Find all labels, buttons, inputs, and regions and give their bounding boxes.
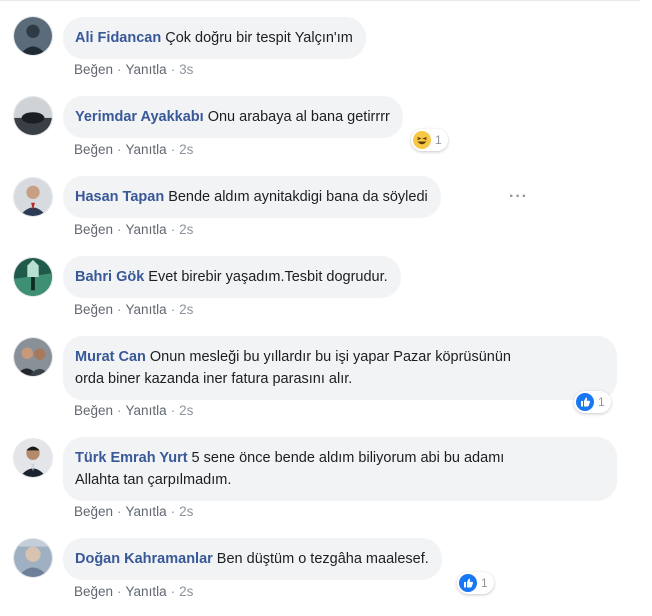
comment-bubble: Bahri Gök Evet birebir yaşadım.Tesbit dog… <box>63 256 401 298</box>
avatar[interactable] <box>13 438 53 478</box>
reaction-count: 1 <box>598 395 605 409</box>
comment-bubble: Murat Can Onun mesleği bu yıllardır bu iş… <box>63 336 617 400</box>
comment-text: Evet birebir yaşadım.Tesbit dogrudur. <box>148 269 388 285</box>
profile-photo <box>14 178 52 216</box>
comment-timestamp[interactable]: 2s <box>179 302 193 317</box>
separator: · <box>170 403 176 418</box>
reaction-count: 1 <box>481 576 488 590</box>
comment-text: Ben düştüm o tezgâha maalesef. <box>216 551 429 567</box>
reaction-badge[interactable]: 1 <box>411 129 448 151</box>
more-options-icon[interactable]: ··· <box>509 188 528 206</box>
comment-timestamp[interactable]: 3s <box>179 62 193 77</box>
separator: · <box>170 222 176 237</box>
comment-text: Bende aldım aynitakdigi bana da söyledi <box>168 189 428 205</box>
separator: · <box>170 62 176 77</box>
comment-timestamp[interactable]: 2s <box>179 403 193 418</box>
reply-button[interactable]: Yanıtla <box>126 62 167 77</box>
comment-author[interactable]: Ali Fidancan <box>75 30 161 46</box>
comment-bubble: Hasan Tapan Bende aldım aynitakdigi bana … <box>63 176 441 218</box>
like-button[interactable]: Beğen <box>74 142 113 157</box>
reaction-count: 1 <box>435 133 442 147</box>
comment-text-line-1: 5 sene önce bende aldım biliyorum abi bu… <box>191 450 505 466</box>
like-button[interactable]: Beğen <box>74 403 113 418</box>
like-reaction-icon <box>459 574 477 592</box>
reply-button[interactable]: Yanıtla <box>126 584 167 599</box>
avatar[interactable] <box>13 257 53 297</box>
comment-text-line-2: orda biner kazanda iner fatura parasını … <box>75 371 353 387</box>
comment-timestamp[interactable]: 2s <box>179 584 193 599</box>
profile-photo <box>14 97 52 135</box>
separator: · <box>170 504 176 519</box>
like-reaction-icon <box>576 393 594 411</box>
separator: · <box>170 302 176 317</box>
separator: · <box>117 504 122 519</box>
separator: · <box>117 403 122 418</box>
profile-photo <box>14 439 52 477</box>
comment-author[interactable]: Türk Emrah Yurt <box>75 450 188 466</box>
comment-actions: Beğen · Yanıtla · 2s <box>74 222 193 237</box>
avatar[interactable] <box>13 337 53 377</box>
separator: · <box>117 142 122 157</box>
separator: · <box>117 584 122 599</box>
profile-photo <box>14 338 52 376</box>
comment-bubble: Ali Fidancan Çok doğru bir tespit Yalçın'… <box>63 17 366 59</box>
haha-reaction-icon <box>413 131 431 149</box>
like-button[interactable]: Beğen <box>74 222 113 237</box>
comment-bubble: Türk Emrah Yurt 5 sene önce bende aldım b… <box>63 437 617 501</box>
profile-photo <box>14 17 52 55</box>
separator: · <box>117 62 122 77</box>
reaction-badge[interactable]: 1 <box>574 391 611 413</box>
reaction-badge[interactable]: 1 <box>457 572 494 594</box>
comment-actions: Beğen · Yanıtla · 3s <box>74 62 193 77</box>
comment-timestamp[interactable]: 2s <box>179 504 193 519</box>
comment-author[interactable]: Yerimdar Ayakkabı <box>75 109 204 125</box>
avatar[interactable] <box>13 16 53 56</box>
separator: · <box>117 302 122 317</box>
comment-timestamp[interactable]: 2s <box>179 142 193 157</box>
comment-bubble: Yerimdar Ayakkabı Onu arabaya al bana get… <box>63 96 403 138</box>
comment-timestamp[interactable]: 2s <box>179 222 193 237</box>
comment-actions: Beğen · Yanıtla · 2s <box>74 504 193 519</box>
comment-author[interactable]: Murat Can <box>75 349 146 365</box>
profile-photo <box>14 539 52 577</box>
comment-actions: Beğen · Yanıtla · 2s <box>74 302 193 317</box>
reply-button[interactable]: Yanıtla <box>126 302 167 317</box>
separator: · <box>170 584 176 599</box>
reply-button[interactable]: Yanıtla <box>126 222 167 237</box>
top-divider <box>0 0 640 1</box>
comment-author[interactable]: Hasan Tapan <box>75 189 164 205</box>
comment-bubble: Doğan Kahramanlar Ben düştüm o tezgâha ma… <box>63 538 442 580</box>
profile-photo <box>14 258 52 296</box>
reply-button[interactable]: Yanıtla <box>126 504 167 519</box>
reply-button[interactable]: Yanıtla <box>126 403 167 418</box>
avatar[interactable] <box>13 96 53 136</box>
comment-text-line-1: Onun mesleği bu yıllardır bu işi yapar P… <box>149 349 511 365</box>
comment-text: Onu arabaya al bana getirrrr <box>207 109 390 125</box>
like-button[interactable]: Beğen <box>74 62 113 77</box>
comment-author[interactable]: Bahri Gök <box>75 269 144 285</box>
reply-button[interactable]: Yanıtla <box>126 142 167 157</box>
comment-text-line-2: Allahta tan çarpılmadım. <box>75 472 232 488</box>
comment-actions: Beğen · Yanıtla · 2s <box>74 403 193 418</box>
comment-text: Çok doğru bir tespit Yalçın'ım <box>165 30 353 46</box>
separator: · <box>170 142 176 157</box>
like-button[interactable]: Beğen <box>74 504 113 519</box>
comment-author[interactable]: Doğan Kahramanlar <box>75 551 213 567</box>
like-button[interactable]: Beğen <box>74 584 113 599</box>
avatar[interactable] <box>13 177 53 217</box>
separator: · <box>117 222 122 237</box>
avatar[interactable] <box>13 538 53 578</box>
comment-actions: Beğen · Yanıtla · 2s <box>74 584 193 599</box>
like-button[interactable]: Beğen <box>74 302 113 317</box>
comment-actions: Beğen · Yanıtla · 2s <box>74 142 193 157</box>
